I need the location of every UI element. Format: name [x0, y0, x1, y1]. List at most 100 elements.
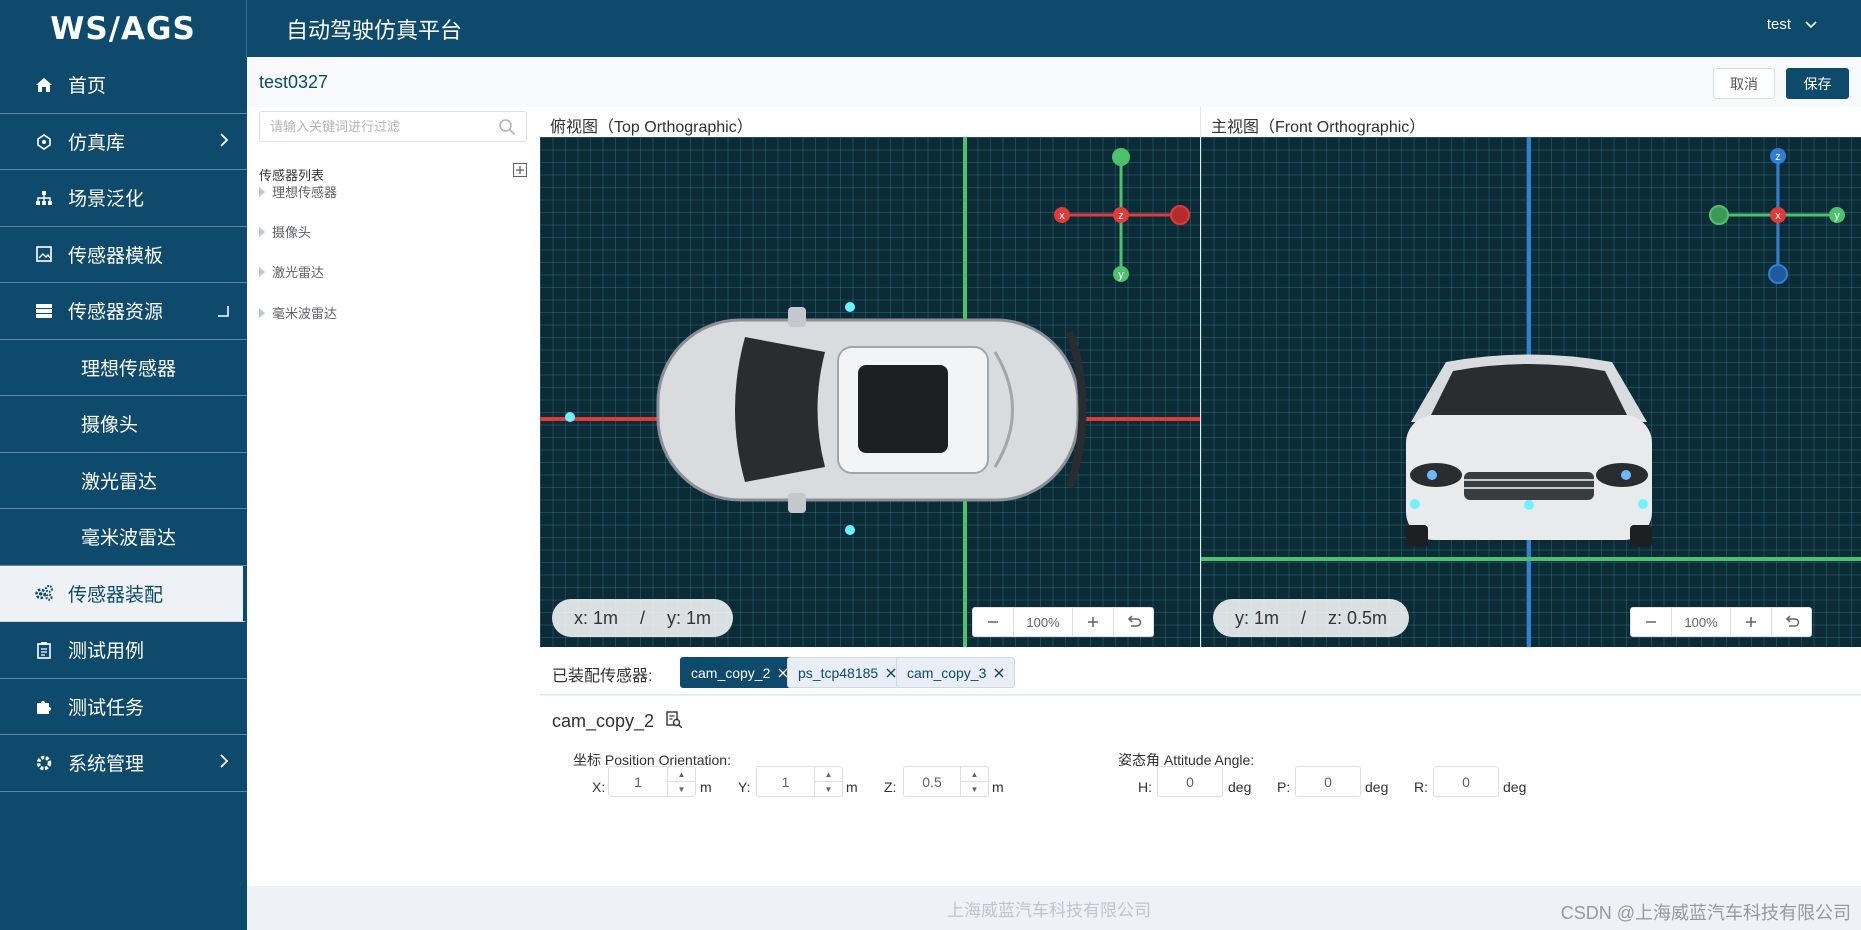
reset-view-button[interactable] — [1771, 608, 1811, 636]
sidebar-item-scene-gen[interactable]: 场景泛化 — [0, 170, 247, 227]
sidebar-item-label: 摄像头 — [81, 415, 139, 437]
stepper-up-icon[interactable]: ▲ — [961, 767, 988, 782]
top-view-canvas[interactable]: x z y x: 1m / y: 1m 100% — [540, 137, 1200, 647]
watermark-text: CSDN @上海威蓝汽车科技有限公司 — [1560, 903, 1851, 923]
grid-scale-y: y: 1m — [667, 607, 712, 628]
y-value[interactable]: 1 — [757, 774, 814, 790]
z-unit: m — [992, 779, 1004, 795]
tree-node-camera[interactable]: 摄像头 — [259, 222, 311, 241]
sidebar-item-radar[interactable]: 毫米波雷达 — [0, 509, 247, 566]
zoom-out-button[interactable] — [973, 608, 1013, 636]
document-search-icon[interactable] — [665, 711, 683, 734]
separator: / — [640, 607, 646, 628]
sensor-tag[interactable]: cam_copy_3 — [896, 657, 1016, 688]
z-value[interactable]: 0.5 — [904, 774, 960, 790]
add-icon[interactable] — [513, 163, 527, 180]
r-value[interactable]: 0 — [1434, 774, 1498, 790]
undo-icon — [1126, 614, 1142, 631]
search-input[interactable] — [260, 112, 480, 141]
sidebar-item-camera[interactable]: 摄像头 — [0, 396, 247, 453]
viewport-area: 俯视图（Top Orthographic） x z y x: 1m / y: 1… — [540, 107, 1861, 647]
sidebar: 首页 仿真库 场景泛化 传感器模板 传感器资源 理想传感器 摄像头 激光雷达 毫… — [0, 57, 247, 930]
search-box — [259, 111, 527, 142]
sidebar-item-sensor-resource[interactable]: 传感器资源 — [0, 283, 247, 340]
stepper-up-icon[interactable]: ▲ — [815, 767, 842, 782]
sensor-tag[interactable]: cam_copy_2 — [680, 657, 800, 688]
y-unit: m — [846, 779, 858, 795]
user-menu[interactable]: test — [1767, 16, 1817, 33]
p-input[interactable]: 0 — [1295, 766, 1361, 797]
sidebar-item-sensor-template[interactable]: 传感器模板 — [0, 227, 247, 283]
home-icon — [34, 75, 54, 95]
sidebar-item-sensor-assembly[interactable]: 传感器装配 — [0, 565, 247, 622]
sidebar-item-label: 首页 — [68, 76, 107, 98]
close-icon[interactable] — [886, 665, 896, 681]
sidebar-item-test-task[interactable]: 测试任务 — [0, 679, 247, 735]
p-label: P: — [1277, 779, 1291, 795]
puzzle-icon — [34, 696, 54, 716]
chevron-right-icon — [219, 753, 229, 775]
server-icon — [34, 301, 54, 321]
cancel-button[interactable]: 取消 — [1713, 68, 1775, 99]
grid-scale-y: y: 1m — [1235, 607, 1280, 628]
app-title: 自动驾驶仿真平台 — [286, 18, 463, 43]
copyright-text: 上海威蓝汽车科技有限公司 — [947, 901, 1151, 920]
y-stepper[interactable]: 1 ▲ ▼ — [756, 766, 843, 797]
zoom-out-button[interactable] — [1631, 608, 1671, 636]
clipboard-icon — [34, 640, 54, 660]
sidebar-item-label: 测试任务 — [68, 697, 145, 719]
tree-node-label: 理想传感器 — [272, 185, 338, 200]
close-icon[interactable] — [994, 665, 1004, 681]
h-input[interactable]: 0 — [1157, 766, 1223, 797]
z-label: Z: — [884, 779, 897, 795]
assembled-label: 已装配传感器: — [552, 668, 653, 685]
top-view-title: 俯视图（Top Orthographic） — [550, 119, 753, 136]
r-unit: deg — [1503, 779, 1527, 795]
top-view-scene: x z y — [540, 137, 1200, 647]
main-content: test0327 取消 保存 传感器列表 理想传感器 摄像头 激光雷达 毫米波雷… — [247, 57, 1861, 930]
sensor-tag[interactable]: ps_tcp48185 — [787, 657, 908, 688]
grid-scale-z: z: 0.5m — [1328, 607, 1388, 628]
sidebar-item-home[interactable]: 首页 — [0, 57, 247, 114]
app-logo[interactable]: WS/AGS — [0, 0, 247, 57]
p-value[interactable]: 0 — [1296, 774, 1360, 790]
tree-node-lidar[interactable]: 激光雷达 — [259, 262, 324, 281]
zoom-control: 100% — [972, 607, 1154, 637]
sensor-marker — [1638, 499, 1648, 509]
tree-node-label: 毫米波雷达 — [272, 306, 338, 321]
sidebar-item-label: 系统管理 — [68, 754, 145, 776]
tree-node-ideal-sensor[interactable]: 理想传感器 — [259, 182, 337, 201]
sensor-marker — [565, 412, 575, 422]
stepper-down-icon[interactable]: ▼ — [961, 782, 988, 796]
zoom-in-button[interactable] — [1073, 608, 1113, 636]
axis-gizmo: x z y — [1054, 148, 1190, 282]
sidebar-item-label: 测试用例 — [68, 641, 145, 663]
stepper-down-icon[interactable]: ▼ — [815, 782, 842, 796]
save-button[interactable]: 保存 — [1786, 68, 1849, 99]
sidebar-item-test-case[interactable]: 测试用例 — [0, 622, 247, 679]
r-input[interactable]: 0 — [1433, 766, 1499, 797]
x-stepper[interactable]: 1 ▲ ▼ — [608, 766, 696, 797]
user-name: test — [1766, 16, 1791, 33]
zoom-level: 100% — [1013, 608, 1073, 636]
sidebar-item-sim-library[interactable]: 仿真库 — [0, 114, 247, 170]
sensor-marker — [1524, 500, 1534, 510]
stepper-up-icon[interactable]: ▲ — [668, 767, 695, 782]
h-value[interactable]: 0 — [1158, 774, 1222, 790]
sidebar-item-lidar[interactable]: 激光雷达 — [0, 453, 247, 509]
reset-view-button[interactable] — [1113, 608, 1153, 636]
z-stepper[interactable]: 0.5 ▲ ▼ — [903, 766, 989, 797]
top-bar: WS/AGS 自动驾驶仿真平台 test — [0, 0, 1861, 57]
tree-node-radar[interactable]: 毫米波雷达 — [259, 303, 337, 322]
sidebar-item-label: 传感器装配 — [68, 584, 164, 606]
chevron-right-icon — [219, 132, 229, 154]
front-view-canvas[interactable]: z x y y: 1m / z: 0.5m 100% — [1201, 137, 1861, 647]
sidebar-item-system[interactable]: 系统管理 — [0, 735, 247, 792]
gears-icon — [34, 583, 54, 603]
search-icon[interactable] — [498, 118, 516, 141]
tree-node-label: 激光雷达 — [272, 265, 325, 280]
stepper-down-icon[interactable]: ▼ — [668, 782, 695, 796]
sidebar-item-ideal-sensor[interactable]: 理想传感器 — [0, 340, 247, 396]
x-value[interactable]: 1 — [609, 774, 667, 790]
zoom-in-button[interactable] — [1731, 608, 1771, 636]
